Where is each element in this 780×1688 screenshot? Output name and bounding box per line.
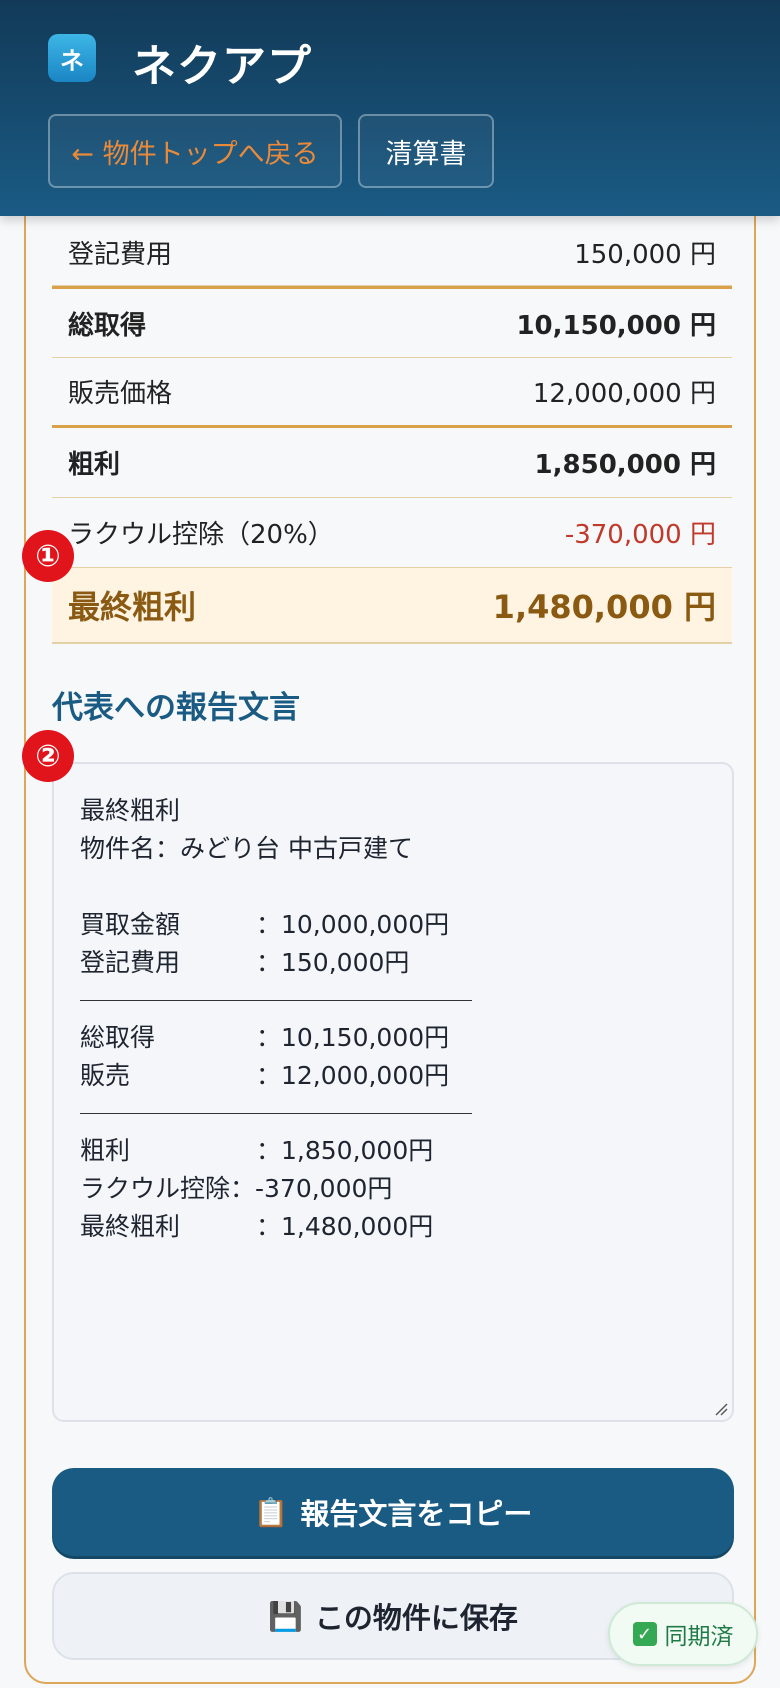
report-divider	[80, 1000, 472, 1001]
row-value: 1,480,000 円	[492, 588, 716, 626]
report-line: 販売 ：12,000,000円	[80, 1057, 706, 1095]
resize-handle-icon[interactable]	[714, 1402, 728, 1416]
row-value: 12,000,000 円	[532, 379, 716, 409]
annotation-badge-1: ①	[22, 530, 74, 582]
report-line-label: 販売	[80, 1061, 131, 1090]
settlement-card: 登記費用 150,000 円 総取得 10,150,000 円 販売価格 12,…	[24, 150, 756, 1684]
copy-report-label: 報告文言をコピー	[300, 1497, 533, 1531]
report-line-label: 総取得	[80, 1023, 156, 1052]
report-line: 粗利 ：1,850,000円	[80, 1132, 706, 1170]
row-label: ラクウル控除（20%）	[68, 520, 334, 550]
sync-status-label: 同期済	[664, 1624, 734, 1650]
row-value: 10,150,000 円	[516, 310, 716, 341]
report-line: 総取得 ：10,150,000円	[80, 1019, 706, 1057]
summary-table: 登記費用 150,000 円 総取得 10,150,000 円 販売価格 12,…	[52, 220, 732, 644]
row-value: -370,000 円	[564, 520, 716, 550]
row-label: 粗利	[68, 450, 121, 480]
row-label: 総取得	[68, 310, 147, 341]
app-header: ネ ネクアプ ← 物件トップへ戻る 清算書	[0, 0, 780, 216]
report-line: 買取金額 ：10,000,000円	[80, 906, 706, 944]
report-divider	[80, 1113, 472, 1114]
row-value: 1,850,000 円	[534, 450, 716, 480]
save-property-label: この物件に保存	[314, 1601, 518, 1635]
report-textarea[interactable]: 最終粗利 物件名：みどり台 中古戸建て 買取金額 ：10,000,000円 登記費…	[52, 762, 734, 1422]
row-rakuuru-deduction: ラクウル控除（20%） -370,000 円	[52, 498, 732, 568]
row-label: 最終粗利	[68, 588, 197, 626]
report-line-label: 買取金額	[80, 910, 181, 939]
row-label: 登記費用	[68, 240, 173, 270]
report-line: 登記費用 ：150,000円	[80, 944, 706, 982]
report-line-label: 最終粗利	[80, 1212, 181, 1241]
row-value: 150,000 円	[574, 240, 716, 270]
report-blank	[80, 868, 706, 906]
clipboard-icon: 📋	[253, 1495, 289, 1529]
settlement-sheet-button[interactable]: 清算書	[358, 114, 494, 188]
row-sale-price: 販売価格 12,000,000 円	[52, 358, 732, 428]
report-line-value: ：1,850,000円	[256, 1136, 434, 1165]
row-gross-profit: 粗利 1,850,000 円	[52, 428, 732, 498]
check-icon: ✓	[632, 1622, 657, 1646]
row-total-acquisition: 総取得 10,150,000 円	[52, 286, 732, 358]
sync-status-badge: ✓ 同期済	[608, 1602, 758, 1666]
floppy-disk-icon: 💾	[268, 1599, 303, 1633]
row-label: 販売価格	[68, 379, 173, 409]
report-line-deduction: ラクウル控除：-370,000円	[80, 1174, 393, 1203]
report-line-label: 登記費用	[80, 948, 181, 977]
app-title: ネクアプ	[132, 41, 312, 92]
report-line-value: ：12,000,000円	[256, 1061, 450, 1090]
row-final-profit: 最終粗利 1,480,000 円	[52, 568, 732, 644]
app-logo-icon: ネ	[48, 34, 96, 82]
report-line-value: ：10,150,000円	[256, 1023, 450, 1052]
page: 登記費用 150,000 円 総取得 10,150,000 円 販売価格 12,…	[0, 0, 780, 1688]
back-to-property-top-button[interactable]: ← 物件トップへ戻る	[48, 114, 342, 188]
report-line-label: 粗利	[80, 1136, 131, 1165]
report-heading: 最終粗利	[80, 796, 181, 825]
report-line-value: ：1,480,000円	[256, 1212, 434, 1241]
report-line: 最終粗利 ：1,480,000円	[80, 1208, 706, 1246]
annotation-badge-2: ②	[22, 730, 74, 782]
row-registration-fee: 登記費用 150,000 円	[52, 220, 732, 286]
report-property: 物件名：みどり台 中古戸建て	[80, 834, 413, 863]
report-line-value: ：10,000,000円	[256, 910, 450, 939]
copy-report-button[interactable]: 📋 報告文言をコピー	[52, 1468, 734, 1556]
report-section-title: 代表への報告文言	[52, 690, 300, 726]
report-line-value: ：150,000円	[256, 948, 410, 977]
